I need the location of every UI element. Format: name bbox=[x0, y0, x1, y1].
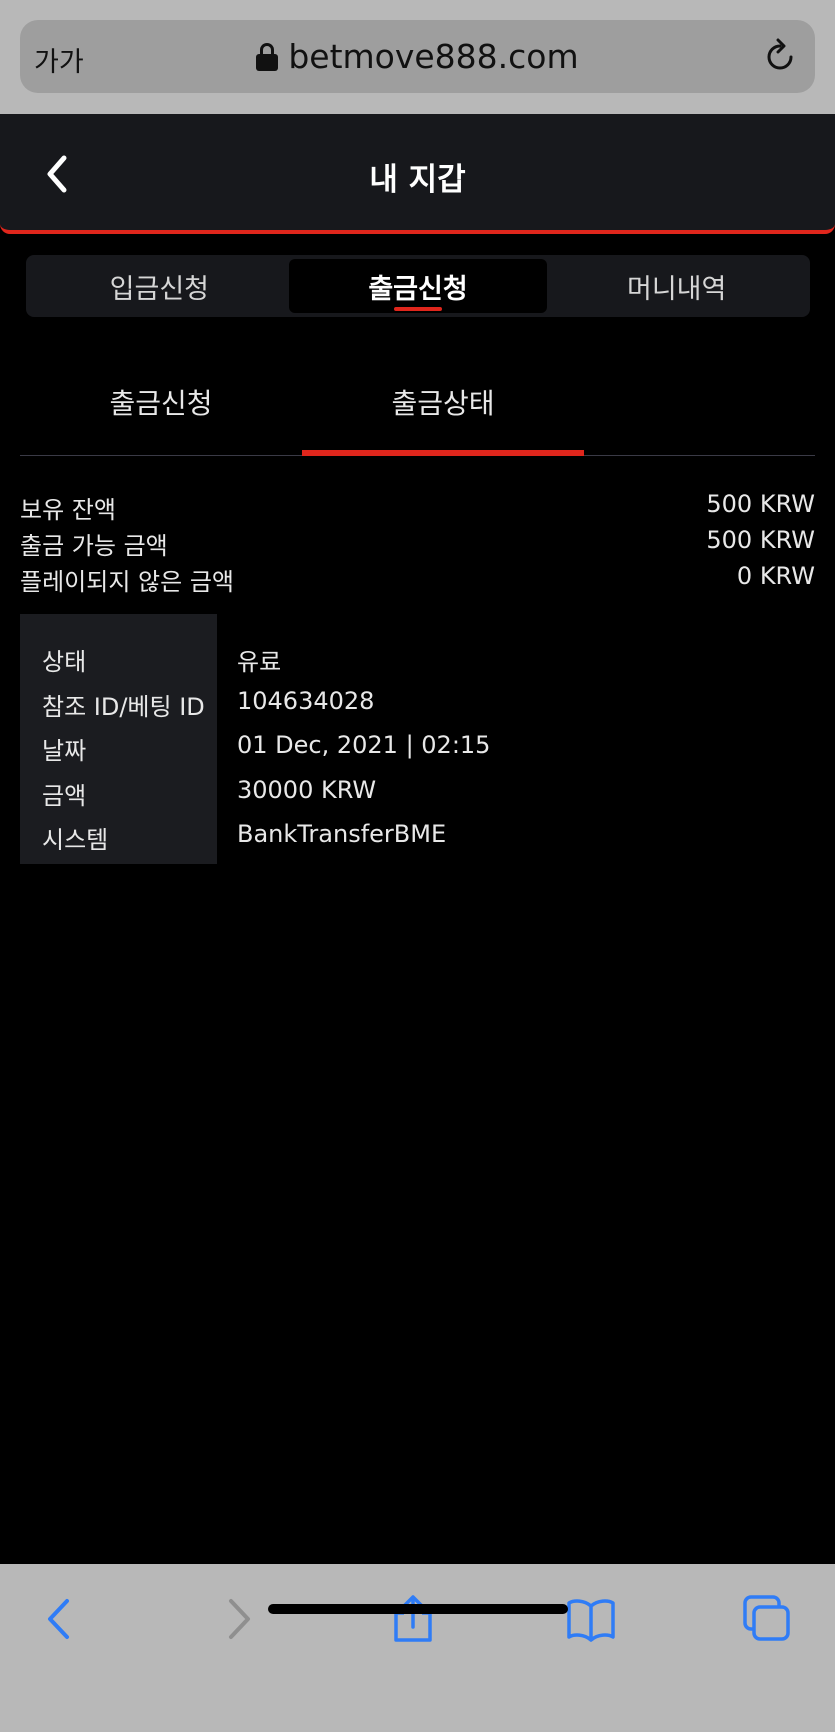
tab-withdrawal-request[interactable]: 출금신청 bbox=[288, 259, 548, 313]
browser-bottom-bar bbox=[0, 1564, 835, 1732]
url-display[interactable]: betmove888.com bbox=[20, 20, 815, 93]
url-text: betmove888.com bbox=[288, 37, 579, 76]
date-value: 01 Dec, 2021 | 02:15 bbox=[237, 731, 491, 759]
browser-forward-icon[interactable] bbox=[214, 1594, 264, 1644]
reload-icon[interactable] bbox=[761, 38, 799, 76]
details-values: 유료 104634028 01 Dec, 2021 | 02:15 30000 … bbox=[237, 614, 490, 865]
app-header: 내 지갑 bbox=[0, 114, 835, 234]
amount-label: 금액 bbox=[42, 781, 87, 810]
withdrawal-details: 상태 참조 ID/베팅 ID 날짜 금액 시스템 유료 104634028 01… bbox=[20, 614, 815, 864]
unplayed-label: 플레이되지 않은 금액 bbox=[20, 568, 234, 596]
balance-summary: 보유 잔액 500 KRW 출금 가능 금액 500 KRW 플레이되지 않은 … bbox=[20, 490, 815, 598]
main-tabs: 입금신청 출금신청 머니내역 bbox=[26, 255, 810, 317]
reference-id-label: 참조 ID/베팅 ID bbox=[42, 692, 205, 721]
browser-back-icon[interactable] bbox=[34, 1594, 84, 1644]
page-title: 내 지갑 bbox=[369, 162, 466, 198]
unplayed-value: 0 KRW bbox=[736, 562, 815, 590]
balance-row: 보유 잔액 500 KRW bbox=[20, 490, 815, 526]
sub-tabs: 출금신청 출금상태 bbox=[20, 360, 815, 456]
book-icon[interactable] bbox=[566, 1594, 616, 1644]
withdrawable-label: 출금 가능 금액 bbox=[20, 532, 168, 560]
details-labels: 상태 참조 ID/베팅 ID 날짜 금액 시스템 bbox=[20, 614, 217, 864]
subtab-withdrawal-status[interactable]: 출금상태 bbox=[302, 360, 584, 456]
address-bar[interactable]: 가가 betmove888.com bbox=[20, 20, 815, 93]
withdrawable-value: 500 KRW bbox=[706, 526, 815, 554]
unplayed-row: 플레이되지 않은 금액 0 KRW bbox=[20, 562, 815, 598]
browser-top-bar: 가가 betmove888.com bbox=[0, 0, 835, 114]
balance-label: 보유 잔액 bbox=[20, 496, 116, 524]
date-label: 날짜 bbox=[42, 737, 87, 765]
reference-id-value: 104634028 bbox=[237, 686, 375, 715]
share-icon[interactable] bbox=[388, 1594, 438, 1644]
home-indicator bbox=[268, 1604, 568, 1614]
status-label: 상태 bbox=[42, 648, 87, 676]
tab-deposit-request[interactable]: 입금신청 bbox=[30, 259, 289, 313]
amount-value: 30000 KRW bbox=[237, 775, 377, 804]
system-label: 시스템 bbox=[42, 826, 109, 854]
withdrawable-row: 출금 가능 금액 500 KRW bbox=[20, 526, 815, 562]
subtab-withdrawal-request[interactable]: 출금신청 bbox=[20, 360, 302, 456]
tabs-icon[interactable] bbox=[742, 1594, 792, 1644]
lock-icon bbox=[256, 42, 279, 71]
status-value: 유료 bbox=[237, 648, 282, 676]
system-value: BankTransferBME bbox=[237, 820, 447, 848]
tab-money-history[interactable]: 머니내역 bbox=[547, 259, 806, 313]
balance-value: 500 KRW bbox=[706, 490, 815, 518]
